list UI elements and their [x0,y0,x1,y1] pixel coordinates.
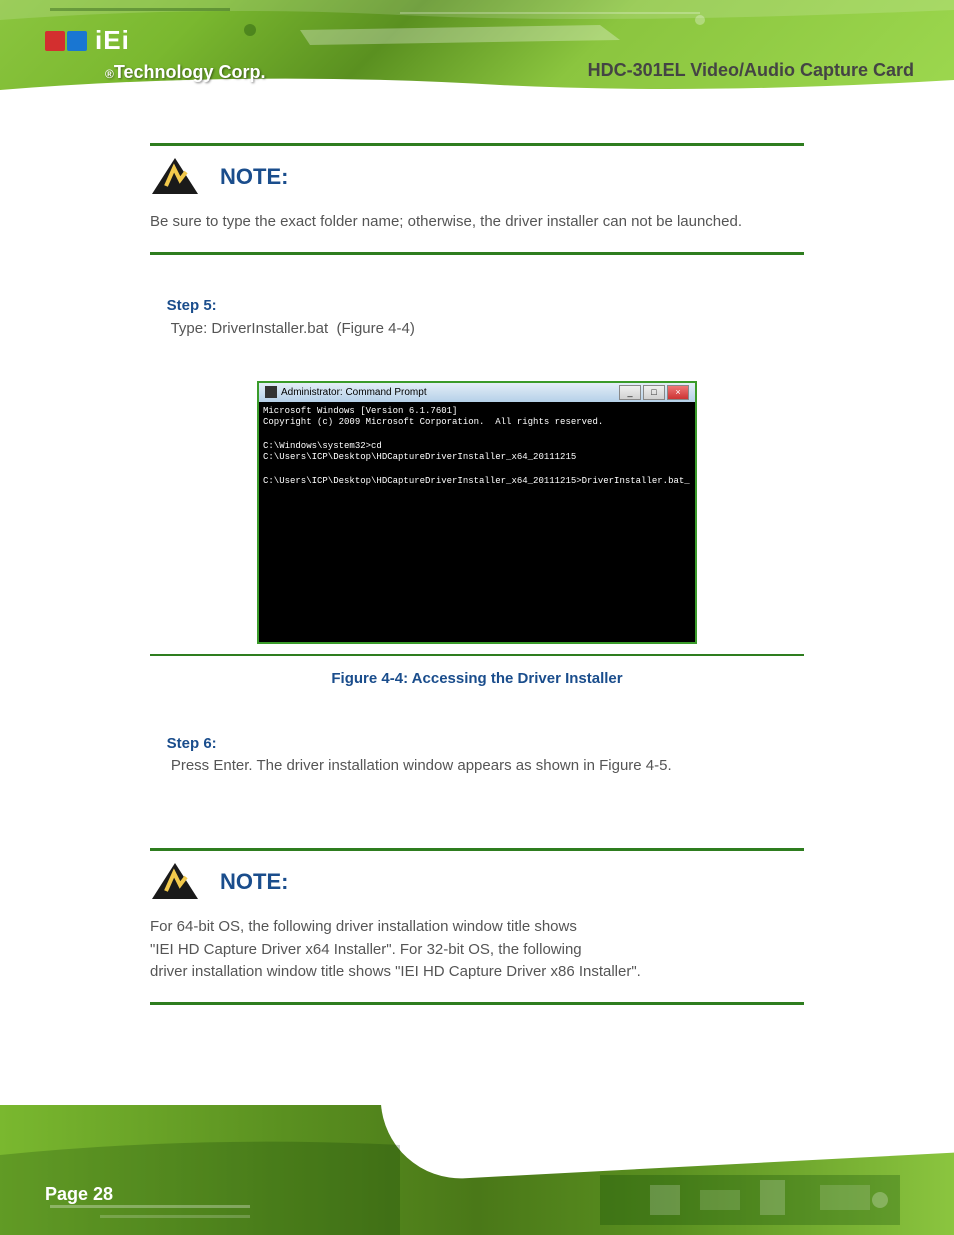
step-label: Step 5: [167,297,217,314]
cmd-window-title: Administrator: Command Prompt [281,385,427,400]
logo-text: iEi [95,25,130,56]
divider [150,143,804,146]
step-5: Step 5: Type: DriverInstaller.bat (Figur… [150,273,804,363]
note-text-2: For 64-bit OS, the following driver inst… [150,916,804,984]
divider [150,654,804,656]
note-label: NOTE: [220,160,288,193]
figure-caption-4-4: Figure 4-4: Accessing the Driver Install… [150,668,804,691]
divider [150,252,804,255]
cmd-icon [265,386,277,398]
note-icon [150,156,200,196]
command-prompt-screenshot: Administrator: Command Prompt _ □ × Micr… [257,381,697,644]
maximize-button[interactable]: □ [643,385,665,400]
minimize-button[interactable]: _ [619,385,641,400]
logo-square-blue [67,31,87,51]
divider [150,848,804,851]
note-block-1: NOTE: [150,156,804,196]
header-graphic: iEi ®Technology Corp. HDC-301EL Video/Au… [0,0,954,113]
divider [150,1002,804,1005]
close-button[interactable]: × [667,385,689,400]
brand-subtitle: ®Technology Corp. [105,62,266,83]
cmd-titlebar: Administrator: Command Prompt _ □ × [259,383,695,402]
note-text-1: Be sure to type the exact folder name; o… [150,211,804,234]
cmd-output: Microsoft Windows [Version 6.1.7601] Cop… [259,402,695,642]
step-6: Step 6: Press Enter. The driver installa… [150,710,804,800]
note-icon [150,861,200,901]
product-header: HDC-301EL Video/Audio Capture Card [588,60,914,81]
step-label: Step 6: [167,735,217,752]
logo-square-red [45,31,65,51]
footer-graphic [0,1105,954,1235]
page-content: NOTE: Be sure to type the exact folder n… [0,113,954,1035]
note-block-2: NOTE: [150,861,804,901]
page-number: Page 28 [45,1184,113,1205]
cmd-window-controls: _ □ × [619,385,689,400]
note-label: NOTE: [220,865,288,898]
brand-logo: iEi [45,25,130,56]
